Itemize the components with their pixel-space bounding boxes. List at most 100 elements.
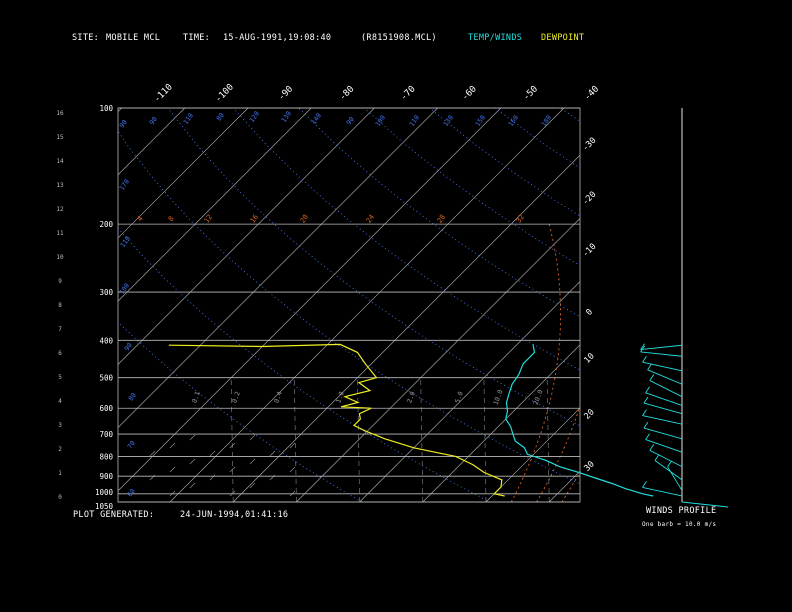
height-label: 7 <box>58 326 62 333</box>
dry-adiabat-line <box>232 108 580 371</box>
top-temp-label: -40 <box>583 84 602 103</box>
wind-barb <box>640 344 683 351</box>
moist-adiabat-label: 32 <box>515 213 526 225</box>
isotherm-line <box>612 108 792 502</box>
wind-barb-flag <box>649 374 655 381</box>
grid-dash <box>189 434 196 441</box>
dry-adiabat-label: 110 <box>182 112 195 126</box>
moist-adiabat-line <box>510 224 562 502</box>
wind-barb-flag <box>645 433 650 440</box>
grid-dash <box>269 474 276 481</box>
dry-adiabat-label: 80 <box>215 111 226 122</box>
mixing-ratio-label: 5.0 <box>453 390 465 404</box>
height-label: 15 <box>56 134 64 141</box>
temperature-line <box>505 344 654 497</box>
grid-dash <box>189 482 196 489</box>
dry-adiabat-label: 90 <box>118 118 129 129</box>
isotherm-line <box>485 407 580 502</box>
wind-barb-flag <box>647 363 652 371</box>
right-temp-label: 0 <box>584 307 595 318</box>
moist-adiabat-label: 8 <box>167 215 176 223</box>
wind-barb-flag <box>667 460 672 468</box>
height-label: 13 <box>56 182 64 189</box>
isotherm-line <box>118 108 502 492</box>
wind-barb-flag <box>642 481 647 488</box>
generated-label: PLOT GENERATED: <box>73 510 155 520</box>
wind-barb <box>642 361 683 372</box>
grid-dash <box>269 450 276 457</box>
moist-adiabat-line <box>612 224 717 502</box>
top-temp-label: -50 <box>521 84 540 103</box>
dry-adiabat-label: 100 <box>374 114 387 128</box>
moist-adiabat-label: 28 <box>436 213 447 225</box>
isotherm-line <box>359 281 580 502</box>
pressure-label: 200 <box>99 220 113 229</box>
pressure-label: 500 <box>99 374 113 383</box>
wind-barb-flag <box>643 396 649 404</box>
dry-adiabat-line <box>118 227 491 502</box>
wind-barb <box>643 402 683 415</box>
dry-adiabat-label: 180 <box>540 114 553 128</box>
height-label: 11 <box>56 230 64 237</box>
isotherm-line <box>118 108 249 239</box>
dry-adiabat-label: 130 <box>442 114 455 128</box>
isotherm-line <box>232 154 580 502</box>
wind-barb-flag <box>645 386 650 394</box>
pressure-label: 600 <box>99 404 113 413</box>
dry-adiabat-label: 120 <box>248 110 261 124</box>
dry-adiabat-label: 60 <box>126 487 137 498</box>
top-temp-label: -90 <box>277 84 296 103</box>
grid-dash <box>189 458 196 465</box>
isotherm-line <box>118 108 438 429</box>
pressure-label: 900 <box>99 472 113 481</box>
dry-adiabat-label: 140 <box>310 112 323 126</box>
pressure-label: 800 <box>99 452 113 461</box>
height-label: 14 <box>56 158 64 165</box>
dry-adiabat-label: 90 <box>148 115 159 126</box>
wind-barb-flag <box>642 409 647 416</box>
mixing-ratio-label: 2.0 <box>405 390 417 404</box>
wind-barb-flag <box>654 454 660 461</box>
mixing-ratio-label: 0.2 <box>230 390 242 404</box>
grid-dash <box>289 466 296 473</box>
grid-dash <box>149 474 156 481</box>
moist-adiabat-line <box>688 224 792 502</box>
dry-adiabat-line <box>494 108 580 169</box>
grid-dash <box>169 466 176 473</box>
moist-adiabat-label: 20 <box>299 213 310 225</box>
grid-dash <box>149 450 156 457</box>
dry-adiabat-line <box>167 108 580 427</box>
height-label: 12 <box>56 206 64 213</box>
mixing-ratio-label: 0.1 <box>190 390 202 404</box>
isotherm-line <box>169 108 565 502</box>
dry-adiabat-label: 110 <box>408 114 421 128</box>
dry-adiabat-line <box>363 108 580 266</box>
wind-barb <box>645 439 683 453</box>
generated-value: 24-JUN-1994,01:41:16 <box>180 510 289 520</box>
height-label: 2 <box>58 446 62 453</box>
moist-adiabat-line <box>561 471 580 502</box>
moist-adiabat-label: 16 <box>249 213 260 225</box>
dry-adiabat-line <box>429 108 580 217</box>
wind-barb <box>642 415 683 425</box>
height-label: 8 <box>58 302 62 309</box>
height-label: 0 <box>58 494 62 501</box>
isotherm-line <box>118 108 375 365</box>
moist-adiabat-line <box>638 224 743 502</box>
height-label: 1 <box>58 470 62 477</box>
wind-barb <box>645 392 683 406</box>
wind-barb <box>649 380 683 398</box>
grid-dash <box>209 474 216 481</box>
mixing-ratio-label: 0.4 <box>272 390 284 404</box>
top-temp-label: -80 <box>338 84 357 103</box>
grid-dash <box>249 458 256 465</box>
top-temp-label: -100 <box>214 82 236 104</box>
height-label: 5 <box>58 374 62 381</box>
dry-adiabat-line <box>560 108 580 122</box>
isotherm-line <box>548 470 580 502</box>
wind-barb <box>640 351 683 357</box>
isotherm-line <box>739 108 792 502</box>
wind-barb-flag <box>642 355 647 363</box>
dry-adiabat-label: 90 <box>123 341 134 352</box>
pressure-label: 300 <box>99 288 113 297</box>
